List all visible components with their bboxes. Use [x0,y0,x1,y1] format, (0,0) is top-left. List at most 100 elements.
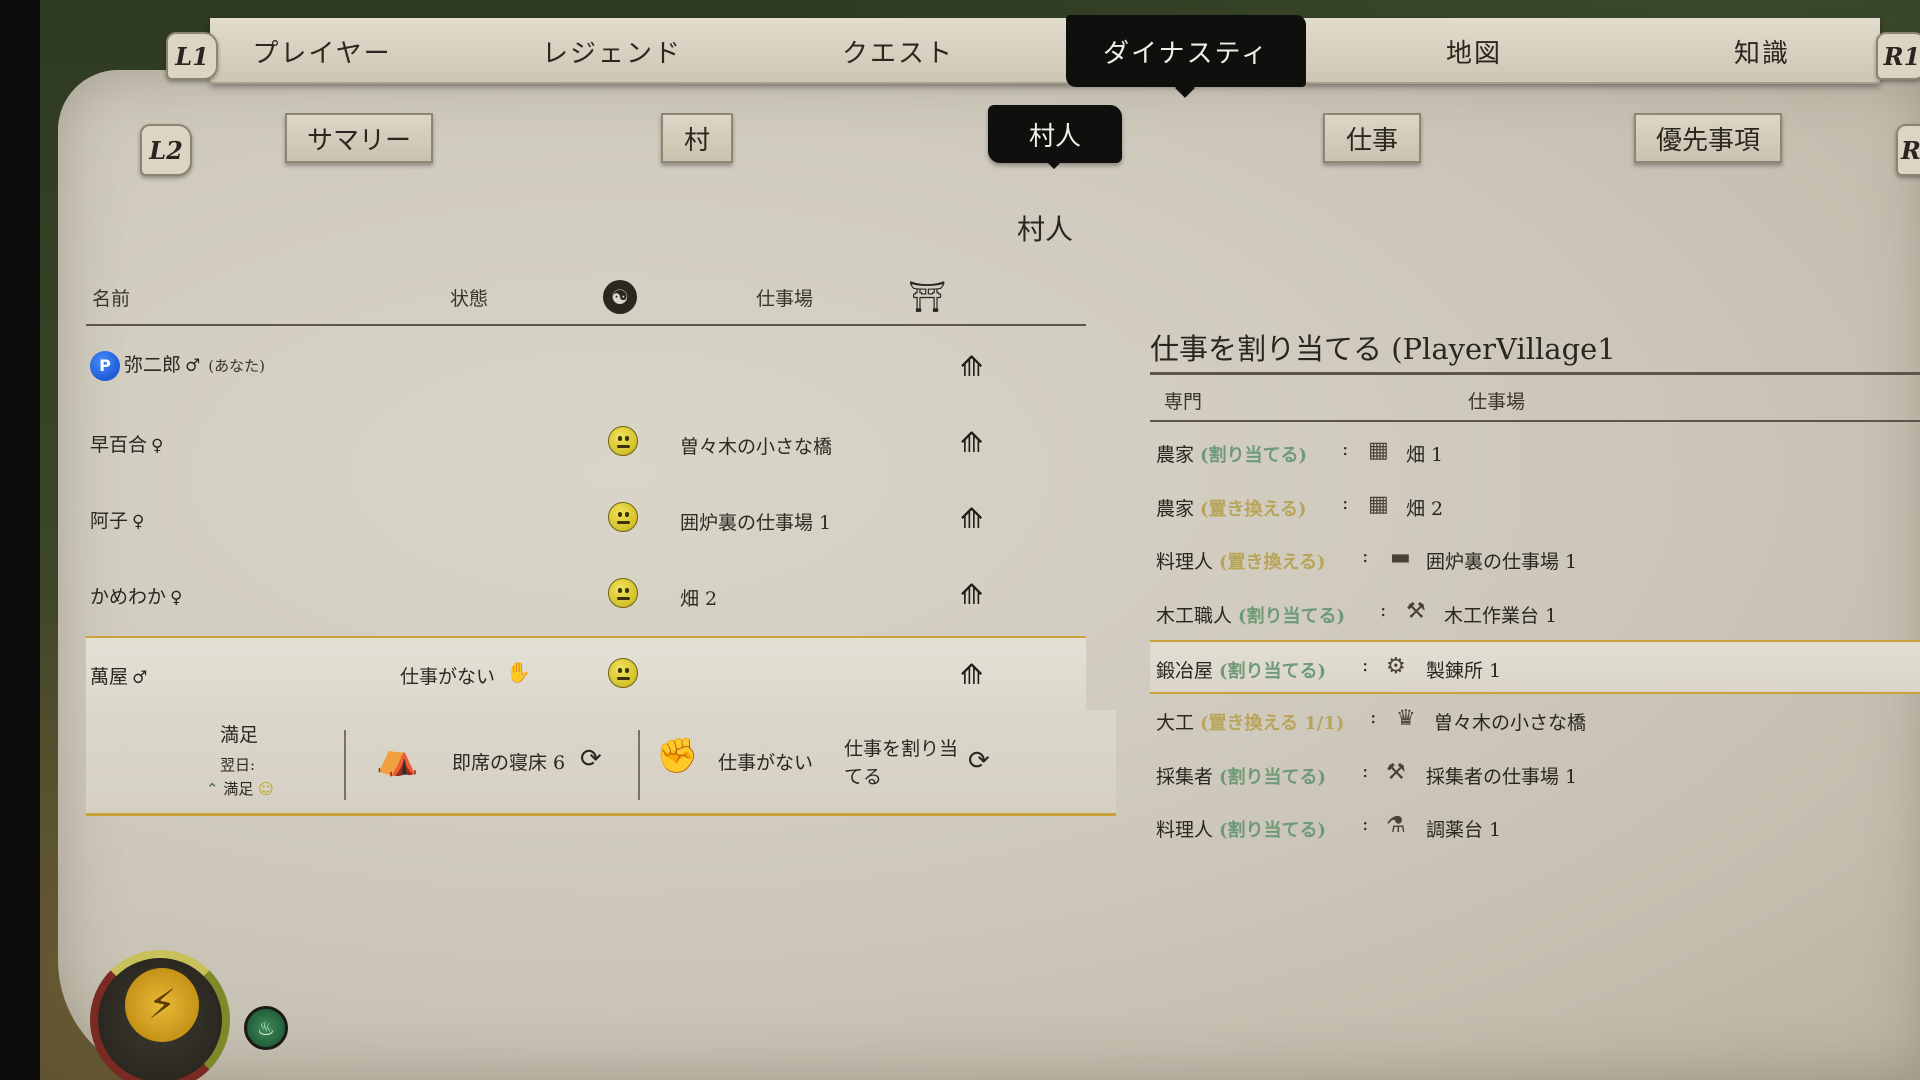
subtab-priorities[interactable]: 優先事項 [1634,113,1782,163]
subtab-village[interactable]: 村 [661,113,733,163]
assign-row[interactable]: 料理人 (置き換える) : ▬ 囲炉裏の仕事場 1 [1150,533,1920,587]
assign-row-selected[interactable]: 鍛冶屋 (割り当てる) : ⚙ 製錬所 1 [1150,640,1920,694]
field-icon: ▦ [1368,438,1389,463]
job-status: 仕事がない [718,752,814,774]
separator: : [1342,492,1349,514]
bed-name: 即席の寝床 6 [452,752,566,774]
workplace-icon: ⛩ [908,280,947,315]
detail-divider [344,730,346,800]
name-text: かめわか [90,586,167,608]
assign-action[interactable]: (割り当てる) [1219,767,1326,788]
separator: : [1362,545,1369,567]
header-specialty: 専門 [1164,391,1203,413]
clan-emblem-icon: ⚡ [125,968,199,1042]
small-smiley-icon: ☺ [258,780,274,798]
favorite-icon[interactable]: ⟰ [960,426,983,459]
villager-row[interactable]: P 弥二郎 ♂ (あなた) ⟰ [86,336,1086,396]
assign-action[interactable]: (割り当てる) [1200,445,1307,466]
villager-row[interactable]: かめわか ♀ 畑 2 ⟰ [86,564,1086,624]
gender-icon: ♀ [151,436,164,456]
mood-icon: ☯ [603,280,637,314]
assign-row[interactable]: 農家 (割り当てる) : ▦ 畑 1 [1150,426,1920,480]
tab-knowledge[interactable]: 知識 [1662,18,1862,84]
header-divider [86,324,1086,326]
refresh-job-icon[interactable]: ⟳ [968,746,990,776]
villager-row[interactable]: 阿子 ♀ 囲炉裏の仕事場 1 ⟰ [86,488,1086,548]
assign-panel-title: 仕事を割り当てる (PlayerVillage1 [1150,332,1616,366]
villager-status: 仕事がない [400,666,496,688]
you-label: (あなた) [208,357,265,375]
letterbox-bar [0,0,40,1080]
assign-job-label[interactable]: 仕事を割り当 [844,734,958,761]
assign-action[interactable]: (割り当てる) [1238,606,1345,627]
separator: : [1362,813,1369,835]
subtab-jobs[interactable]: 仕事 [1323,113,1421,163]
subtab-summary[interactable]: サマリー [285,113,433,163]
assign-row[interactable]: 採集者 (割り当てる) : ⚒ 採集者の仕事場 1 [1150,748,1920,802]
assign-row[interactable]: 木工職人 (割り当てる) : ⚒ 木工作業台 1 [1150,587,1920,641]
tab-quest[interactable]: クエスト [798,18,998,84]
gender-icon: ♂ [132,668,148,688]
separator: : [1380,599,1387,621]
refresh-bed-icon[interactable]: ⟳ [580,744,602,774]
specialty: 農家 (割り当てる) [1156,444,1308,466]
specialty: 鍛冶屋 (割り当てる) [1156,660,1327,682]
favorite-icon[interactable]: ⟰ [960,502,983,535]
gender-icon: ♀ [170,588,183,608]
header-workplace: 仕事場 [756,288,814,310]
l2-button-hint[interactable]: L2 [140,124,192,176]
tab-map[interactable]: 地図 [1374,18,1574,84]
villager-name: 早百合 ♀ [90,430,163,457]
specialty: 料理人 (置き換える) [1156,551,1326,573]
tab-legend[interactable]: レジェンド [512,18,712,84]
villager-name: 阿子 ♀ [90,506,144,533]
villager-workplace: 囲炉裏の仕事場 1 [680,512,832,534]
workbench-icon: ⚒ [1406,599,1426,624]
assign-panel-divider [1150,372,1920,375]
herbalist-table-icon: ⚗ [1386,813,1406,838]
happy-mood-icon [608,502,638,532]
assign-action[interactable]: (割り当てる) [1219,820,1326,841]
favorite-icon[interactable]: ⟰ [960,350,983,383]
header-assign-workplace: 仕事場 [1468,391,1526,413]
favorite-icon[interactable]: ⟰ [960,658,983,691]
happy-mood-icon [608,426,638,456]
tab-player[interactable]: プレイヤー [222,18,422,84]
villager-name: P 弥二郎 ♂ (あなた) [90,350,265,381]
replace-action[interactable]: (置き換える 1/1) [1200,713,1344,734]
gatherer-icon: ⚒ [1386,760,1406,785]
separator: : [1370,706,1377,728]
name-text: 弥二郎 [124,354,182,376]
specialty: 大工 (置き換える 1/1) [1156,712,1345,734]
subtab-villagers[interactable]: 村人 [988,105,1122,163]
tab-dynasty[interactable]: ダイナスティ [1066,15,1306,87]
specialty: 木工職人 (割り当てる) [1156,605,1346,627]
next-day-mood-text: 満足 [223,780,254,798]
replace-action[interactable]: (置き換える) [1219,552,1326,573]
gender-icon: ♀ [132,512,145,532]
assign-job-label-2[interactable]: てる [844,762,882,789]
bridge-icon: ♛ [1396,706,1416,731]
assign-workplace: 畑 1 [1406,444,1444,466]
assign-row[interactable]: 農家 (置き換える) : ▦ 畑 2 [1150,480,1920,534]
assign-workplace: 囲炉裏の仕事場 1 [1426,551,1578,573]
up-arrow-icon: ⌃ [206,780,219,798]
assign-row[interactable]: 大工 (置き換える 1/1) : ♛ 曽々木の小さな橋 [1150,694,1920,748]
assign-workplace: 製錬所 1 [1426,660,1502,682]
l1-button-hint[interactable]: L1 [166,32,218,80]
r2-button-hint[interactable]: R [1896,124,1920,176]
specialty: 農家 (置き換える) [1156,498,1307,520]
favorite-icon[interactable]: ⟰ [960,578,983,611]
villager-row[interactable]: 早百合 ♀ 曽々木の小さな橋 ⟰ [86,412,1086,472]
name-text: 早百合 [90,434,148,456]
r1-button-hint[interactable]: R1 [1876,32,1920,80]
assign-workplace: 木工作業台 1 [1444,605,1558,627]
villager-row-selected[interactable]: 萬屋 ♂ 仕事がない ✋ ⟰ [86,636,1086,712]
replace-action[interactable]: (置き換える) [1200,499,1307,520]
mood-title: 満足 [220,724,259,746]
assign-row[interactable]: 料理人 (割り当てる) : ⚗ 調薬台 1 [1150,801,1920,855]
jobless-icon: ✋ [506,660,531,684]
separator: : [1362,654,1369,676]
assign-action[interactable]: (割り当てる) [1219,661,1326,682]
happy-mood-icon [608,578,638,608]
